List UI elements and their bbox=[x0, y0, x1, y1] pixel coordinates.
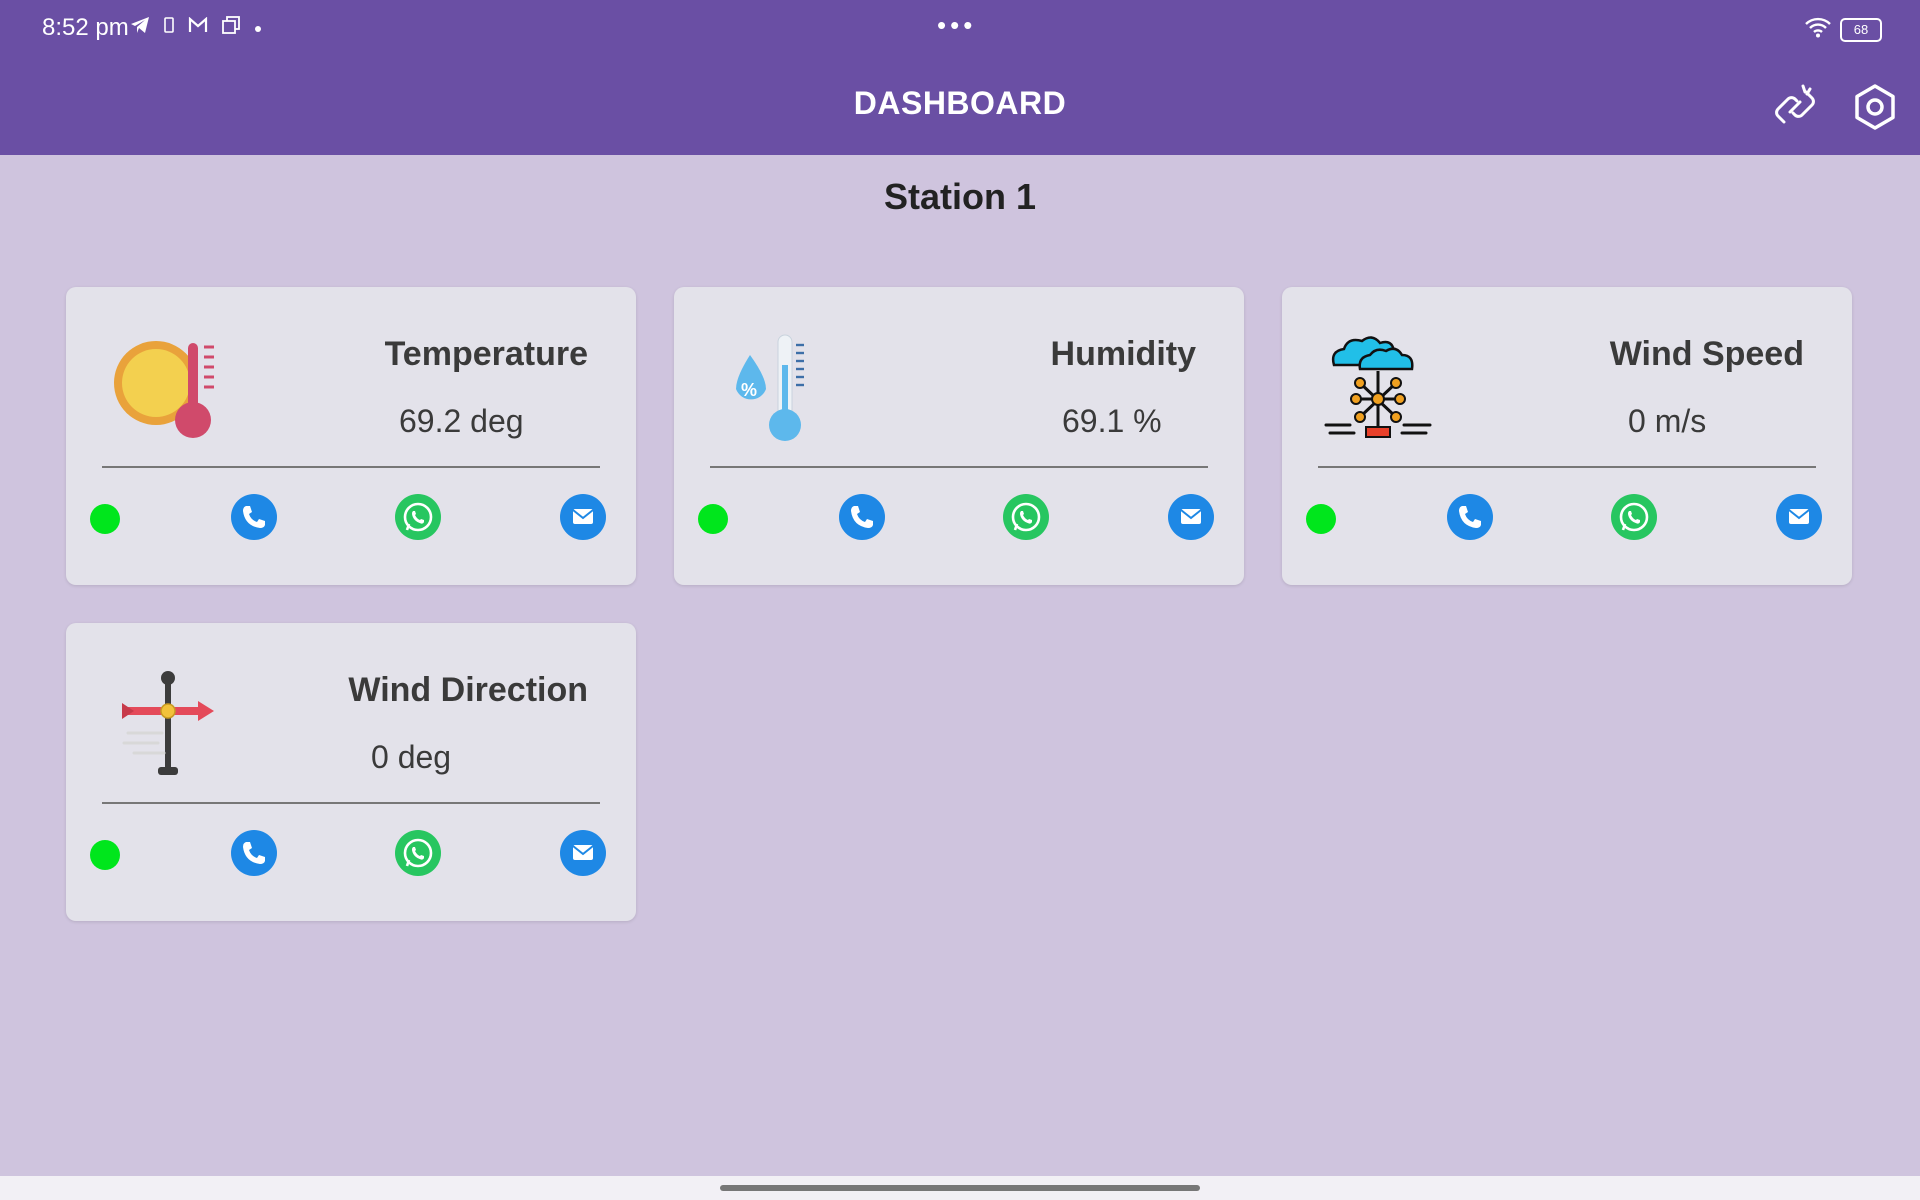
mail-icon bbox=[572, 845, 594, 860]
card-value: 69.1 % bbox=[1062, 403, 1162, 439]
sim-icon bbox=[164, 17, 174, 38]
phone-icon bbox=[1459, 506, 1481, 528]
card-divider bbox=[710, 466, 1208, 468]
card-divider bbox=[1318, 466, 1816, 468]
phone-icon bbox=[851, 506, 873, 528]
sensor-card-humidity[interactable]: % Humidity 69.1 % bbox=[674, 287, 1244, 585]
whatsapp-button[interactable] bbox=[1611, 494, 1657, 540]
more-dots-icon[interactable]: ••• bbox=[937, 10, 976, 41]
status-indicator-dot bbox=[90, 504, 120, 534]
card-actions bbox=[1282, 492, 1852, 542]
card-actions bbox=[674, 492, 1244, 542]
telegram-icon bbox=[130, 16, 150, 39]
status-right: 68 bbox=[1804, 16, 1882, 43]
whatsapp-icon bbox=[1011, 502, 1041, 532]
card-value: 69.2 deg bbox=[399, 403, 524, 439]
email-button[interactable] bbox=[560, 494, 606, 540]
whatsapp-button[interactable] bbox=[395, 830, 441, 876]
call-button[interactable] bbox=[839, 494, 885, 540]
whatsapp-button[interactable] bbox=[395, 494, 441, 540]
gmail-icon bbox=[188, 16, 208, 38]
dot-icon bbox=[254, 17, 262, 38]
status-indicator-dot bbox=[90, 840, 120, 870]
call-button[interactable] bbox=[231, 830, 277, 876]
call-button[interactable] bbox=[1447, 494, 1493, 540]
card-value: 0 m/s bbox=[1628, 403, 1707, 439]
card-divider bbox=[102, 466, 600, 468]
card-title: Humidity bbox=[1050, 335, 1196, 373]
card-title: Wind Direction bbox=[348, 671, 588, 709]
link-off-icon[interactable] bbox=[1770, 82, 1820, 132]
email-button[interactable] bbox=[1776, 494, 1822, 540]
mail-icon bbox=[572, 509, 594, 524]
whatsapp-button[interactable] bbox=[1003, 494, 1049, 540]
status-indicator-dot bbox=[1306, 504, 1336, 534]
card-actions bbox=[66, 828, 636, 878]
card-title: Temperature bbox=[384, 335, 588, 373]
card-divider bbox=[102, 802, 600, 804]
card-value: 0 deg bbox=[371, 739, 452, 775]
card-title: Wind Speed bbox=[1609, 335, 1804, 373]
email-button[interactable] bbox=[1168, 494, 1214, 540]
sensor-card-wind-speed[interactable]: Wind Speed 0 m/s bbox=[1282, 287, 1852, 585]
station-title: Station 1 bbox=[883, 176, 1036, 217]
humidity-thermometer-icon: % bbox=[712, 325, 832, 445]
whatsapp-icon bbox=[1619, 502, 1649, 532]
mail-icon bbox=[1180, 509, 1202, 524]
weather-vane-icon bbox=[104, 661, 224, 781]
wifi-icon bbox=[1804, 16, 1832, 43]
svg-text:%: % bbox=[741, 380, 757, 400]
whatsapp-icon bbox=[403, 502, 433, 532]
settings-icon[interactable] bbox=[1850, 82, 1900, 132]
copy-icon bbox=[222, 16, 240, 39]
call-button[interactable] bbox=[231, 494, 277, 540]
mail-icon bbox=[1788, 509, 1810, 524]
wind-station-icon bbox=[1320, 325, 1440, 445]
sun-thermometer-icon bbox=[104, 325, 224, 445]
app-bar-actions bbox=[1770, 82, 1900, 132]
whatsapp-icon bbox=[403, 838, 433, 868]
email-button[interactable] bbox=[560, 830, 606, 876]
status-icons bbox=[130, 16, 262, 39]
app-bar: 8:52 pm ••• 68 DASHBOARD bbox=[0, 0, 1920, 155]
phone-icon bbox=[243, 842, 265, 864]
home-indicator[interactable] bbox=[720, 1185, 1200, 1191]
card-actions bbox=[66, 492, 636, 542]
phone-icon bbox=[243, 506, 265, 528]
gesture-bar bbox=[0, 1176, 1920, 1200]
status-indicator-dot bbox=[698, 504, 728, 534]
battery-icon: 68 bbox=[1840, 17, 1882, 42]
page-title: DASHBOARD bbox=[853, 85, 1067, 121]
sensor-card-temperature[interactable]: Temperature 69.2 deg bbox=[66, 287, 636, 585]
sensor-card-wind-direction[interactable]: Wind Direction 0 deg bbox=[66, 623, 636, 921]
status-time: 8:52 pm bbox=[42, 14, 129, 41]
